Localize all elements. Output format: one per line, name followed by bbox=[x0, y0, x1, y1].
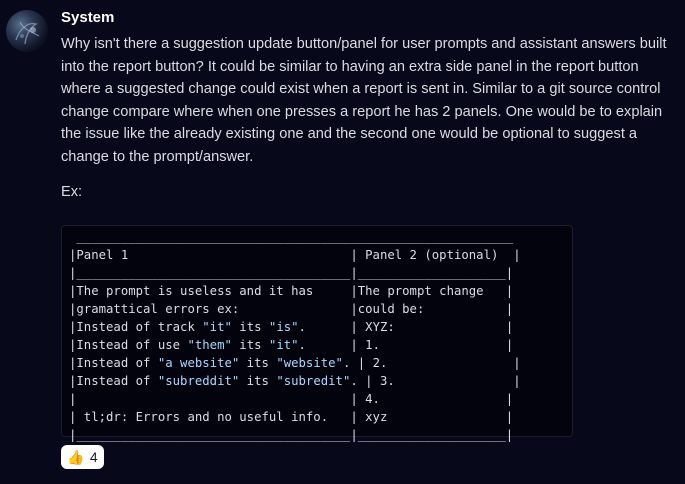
reaction-count: 4 bbox=[89, 449, 98, 465]
thumbs-up-icon: 👍 bbox=[67, 449, 85, 465]
avatar-image bbox=[15, 21, 40, 45]
message-text: Why isn't there a suggestion update butt… bbox=[61, 36, 667, 165]
code-line: |Instead of use "them" its "it". | 1. | bbox=[69, 338, 514, 352]
code-content: ________________________________________… bbox=[69, 228, 521, 444]
reaction-thumbs-up[interactable]: 👍 4 bbox=[61, 445, 104, 469]
code-line: |Instead of track "it" its "is". | XYZ: … bbox=[69, 320, 514, 334]
code-line: |The prompt is useless and it has |The p… bbox=[69, 284, 514, 298]
code-line: |_____________________________________|_… bbox=[69, 428, 514, 442]
example-label: Ex: bbox=[61, 184, 83, 200]
code-line: |gramattical errors ex: |could be: | bbox=[69, 302, 514, 316]
code-block: ________________________________________… bbox=[61, 225, 573, 442]
code-line: |_____________________________________|_… bbox=[69, 266, 514, 280]
code-line: | | 4. | bbox=[69, 392, 514, 406]
avatar[interactable] bbox=[6, 10, 48, 52]
code-line: | tl;dr: Errors and no useful info. | xy… bbox=[69, 410, 514, 424]
code-line: ________________________________________… bbox=[69, 230, 514, 244]
code-line: |Instead of "a website" its "website". |… bbox=[69, 356, 521, 370]
code-line: |Panel 1 | Panel 2 (optional) | bbox=[69, 248, 521, 262]
code-line: |Instead of "subreddit" its "subredit". … bbox=[69, 374, 521, 388]
author-name[interactable]: System bbox=[61, 9, 114, 26]
